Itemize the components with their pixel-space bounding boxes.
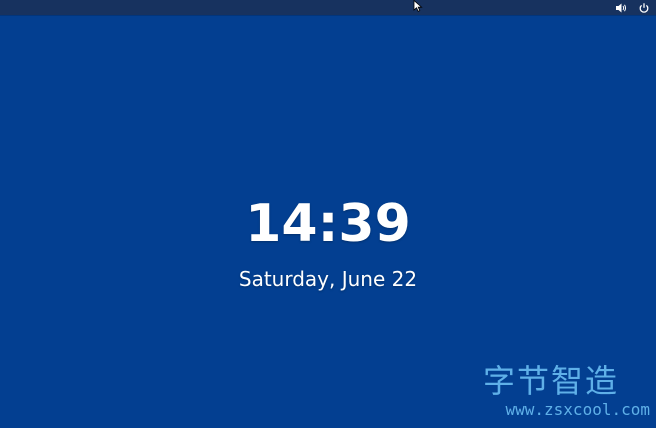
top-bar bbox=[0, 0, 656, 15]
system-status-area[interactable] bbox=[616, 0, 650, 15]
volume-icon[interactable] bbox=[616, 2, 628, 14]
watermark-logo: 字节智造 bbox=[483, 362, 620, 400]
lock-screen-clock: 14:39 bbox=[245, 194, 411, 254]
lock-screen-date: Saturday, June 22 bbox=[238, 267, 418, 291]
watermark: 字节智造 www.zsxcool.com bbox=[475, 362, 650, 424]
mouse-pointer-icon bbox=[413, 0, 423, 12]
power-icon[interactable] bbox=[638, 2, 650, 14]
watermark-url: www.zsxcool.com bbox=[505, 400, 651, 419]
